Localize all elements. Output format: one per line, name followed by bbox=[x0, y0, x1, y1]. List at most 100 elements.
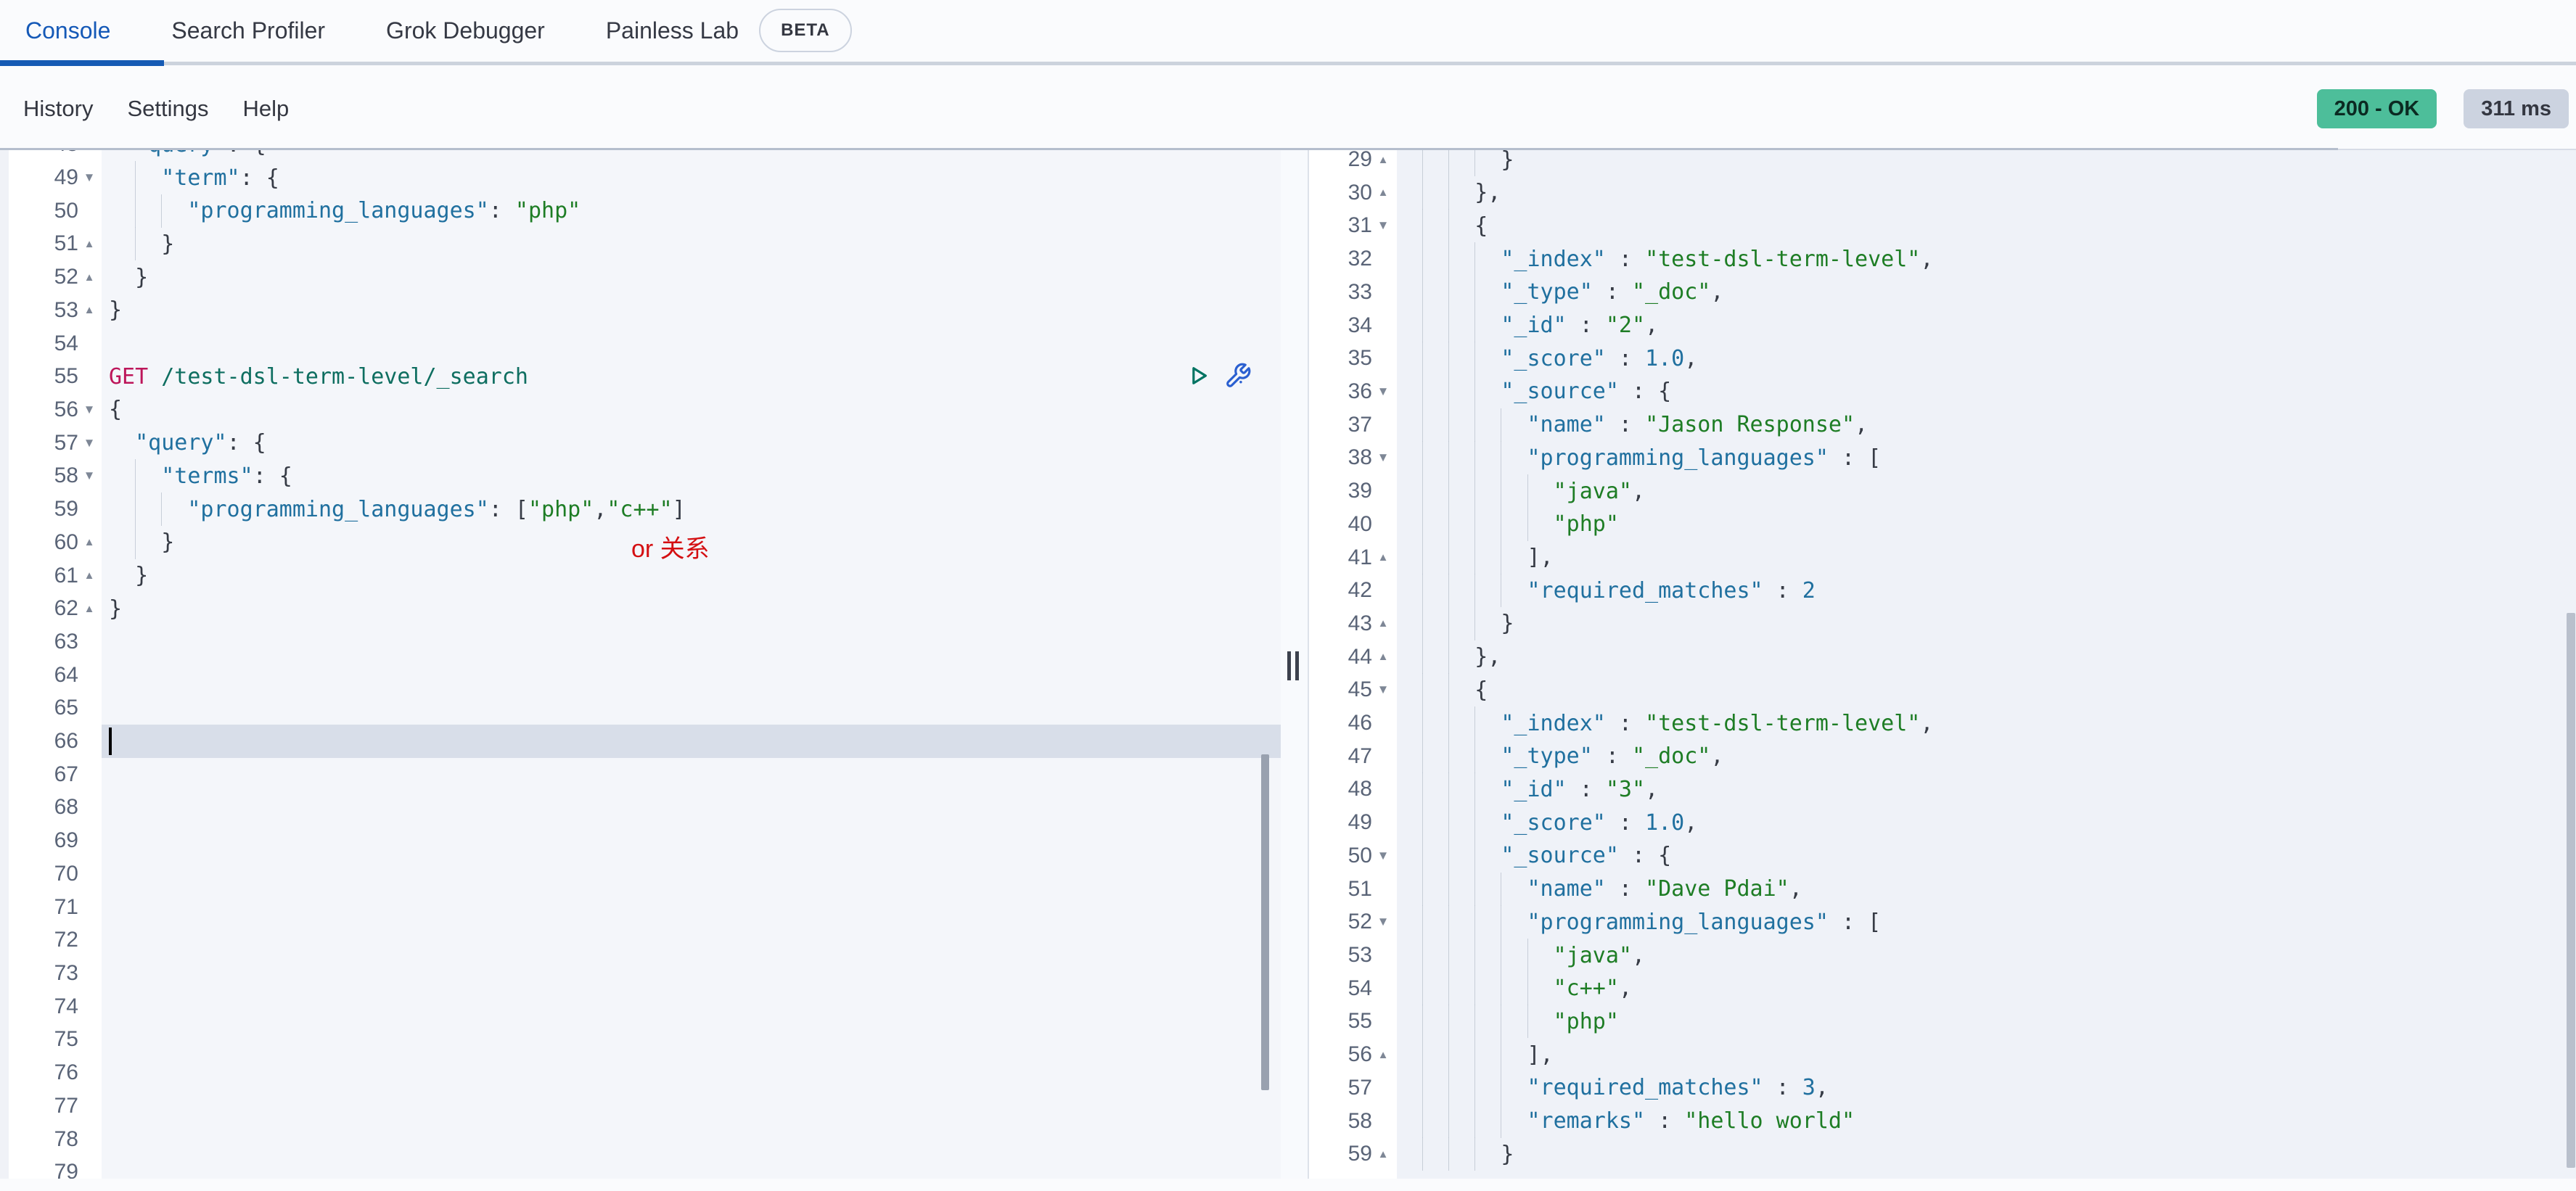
response-code-line[interactable]: 39 "java", bbox=[1309, 474, 2576, 508]
fold-toggle-icon[interactable]: ▼ bbox=[1372, 384, 1394, 399]
response-code-line[interactable]: 44▲ }, bbox=[1309, 640, 2576, 674]
request-code-line[interactable]: 49▼ "term": { bbox=[0, 161, 1281, 194]
fold-toggle-icon[interactable]: ▲ bbox=[78, 536, 100, 548]
tab-painless-lab[interactable]: Painless Lab bbox=[606, 17, 739, 44]
request-code-line[interactable]: 76 bbox=[0, 1056, 1281, 1089]
request-code-line[interactable]: 57▼ "query": { bbox=[0, 426, 1281, 460]
request-code-line[interactable]: 61▲ } bbox=[0, 559, 1281, 593]
tab-grok-debugger[interactable]: Grok Debugger bbox=[386, 17, 545, 44]
fold-toggle-icon[interactable]: ▲ bbox=[78, 569, 100, 582]
request-actions[interactable] bbox=[1185, 362, 1252, 390]
fold-toggle-icon[interactable]: ▼ bbox=[1372, 450, 1394, 465]
request-code-line[interactable]: 69 bbox=[0, 824, 1281, 857]
response-code-line[interactable]: 31▼ { bbox=[1309, 209, 2576, 242]
request-code-line[interactable]: 75 bbox=[0, 1023, 1281, 1056]
response-code-line[interactable]: 58 "remarks" : "hello world" bbox=[1309, 1105, 2576, 1138]
response-code-line[interactable]: 53 "java", bbox=[1309, 939, 2576, 972]
response-code-line[interactable]: 34 "_id" : "2", bbox=[1309, 309, 2576, 342]
response-code-line[interactable]: 32 "_index" : "test-dsl-term-level", bbox=[1309, 242, 2576, 276]
response-code-line[interactable]: 36▼ "_source" : { bbox=[1309, 375, 2576, 408]
response-code-line[interactable]: 51 "name" : "Dave Pdai", bbox=[1309, 873, 2576, 906]
request-code-line[interactable]: 54 bbox=[0, 327, 1281, 360]
response-code-line[interactable]: 48 "_id" : "3", bbox=[1309, 772, 2576, 806]
fold-toggle-icon[interactable]: ▼ bbox=[1372, 915, 1394, 929]
play-icon[interactable] bbox=[1185, 362, 1213, 390]
request-code-line[interactable]: 53▲} bbox=[0, 294, 1281, 327]
response-code-line[interactable]: 42 "required_matches" : 2 bbox=[1309, 574, 2576, 607]
response-code-line[interactable]: 46 "_index" : "test-dsl-term-level", bbox=[1309, 706, 2576, 740]
request-code-line[interactable]: 72 bbox=[0, 923, 1281, 957]
request-code-line[interactable]: 78 bbox=[0, 1123, 1281, 1156]
fold-toggle-icon[interactable]: ▲ bbox=[78, 271, 100, 284]
response-code-line[interactable]: 52▼ "programming_languages" : [ bbox=[1309, 905, 2576, 939]
response-code-line[interactable]: 33 "_type" : "_doc", bbox=[1309, 276, 2576, 309]
response-scrollbar-thumb[interactable] bbox=[2567, 613, 2575, 1168]
request-code-line[interactable]: 60▲ }or 关系 bbox=[0, 526, 1281, 559]
response-code-line[interactable]: 37 "name" : "Jason Response", bbox=[1309, 408, 2576, 442]
fold-toggle-icon[interactable]: ▲ bbox=[1372, 154, 1394, 166]
response-code-line[interactable]: 29▲ } bbox=[1309, 150, 2576, 176]
response-code-line[interactable]: 43▲ } bbox=[1309, 607, 2576, 640]
fold-toggle-icon[interactable]: ▼ bbox=[78, 436, 100, 450]
request-scrollbar-thumb[interactable] bbox=[1261, 754, 1269, 1090]
fold-toggle-icon[interactable]: ▼ bbox=[1372, 218, 1394, 233]
response-code-line[interactable]: 45▼ { bbox=[1309, 673, 2576, 706]
fold-toggle-icon[interactable]: ▲ bbox=[1372, 1049, 1394, 1061]
fold-toggle-icon[interactable]: ▲ bbox=[78, 238, 100, 250]
response-code-line[interactable]: 40 "php" bbox=[1309, 508, 2576, 541]
request-code-line[interactable]: 77 bbox=[0, 1089, 1281, 1123]
request-editor[interactable]: 48▼ "query": {49▼ "term": {50 "programmi… bbox=[0, 150, 1281, 1179]
response-code-line[interactable]: 38▼ "programming_languages" : [ bbox=[1309, 441, 2576, 474]
request-code-line[interactable]: 70 bbox=[0, 857, 1281, 891]
request-code-line[interactable]: 64 bbox=[0, 659, 1281, 692]
request-code-line[interactable]: 73 bbox=[0, 957, 1281, 990]
drag-handle-icon[interactable] bbox=[1287, 651, 1299, 680]
response-code-line[interactable]: 35 "_score" : 1.0, bbox=[1309, 342, 2576, 375]
request-code-line[interactable]: 56▼{ bbox=[0, 393, 1281, 426]
request-code-line[interactable]: 68 bbox=[0, 791, 1281, 824]
response-code-line[interactable]: 47 "_type" : "_doc", bbox=[1309, 740, 2576, 773]
response-code-line[interactable]: 30▲ }, bbox=[1309, 176, 2576, 210]
request-code-line[interactable]: 79 bbox=[0, 1155, 1281, 1179]
panel-resizer[interactable] bbox=[1281, 150, 1309, 1179]
response-code-line[interactable]: 41▲ ], bbox=[1309, 541, 2576, 574]
request-code-line[interactable]: 58▼ "terms": { bbox=[0, 459, 1281, 493]
response-code-line[interactable]: 57 "required_matches" : 3, bbox=[1309, 1071, 2576, 1105]
request-code-line[interactable]: 48▼ "query": { bbox=[0, 150, 1281, 161]
fold-toggle-icon[interactable]: ▲ bbox=[1372, 651, 1394, 663]
menu-settings[interactable]: Settings bbox=[127, 96, 208, 122]
request-code-line[interactable]: 55GET /test-dsl-term-level/_search bbox=[0, 360, 1281, 393]
fold-toggle-icon[interactable]: ▼ bbox=[78, 150, 100, 152]
menu-history[interactable]: History bbox=[23, 96, 93, 122]
response-code-line[interactable]: 50▼ "_source" : { bbox=[1309, 839, 2576, 873]
response-code-line[interactable]: 56▲ ], bbox=[1309, 1038, 2576, 1071]
request-code-line[interactable]: 67 bbox=[0, 758, 1281, 791]
tab-search-profiler[interactable]: Search Profiler bbox=[171, 17, 325, 44]
fold-toggle-icon[interactable]: ▲ bbox=[1372, 617, 1394, 630]
response-viewer[interactable]: 29▲ }30▲ },31▼ {32 "_index" : "test-dsl-… bbox=[1309, 150, 2576, 1179]
wrench-icon[interactable] bbox=[1224, 362, 1252, 390]
fold-toggle-icon[interactable]: ▼ bbox=[78, 170, 100, 185]
request-code-line[interactable]: 51▲ } bbox=[0, 227, 1281, 260]
request-code-line[interactable]: 74 bbox=[0, 990, 1281, 1023]
request-code-line[interactable]: 66 bbox=[0, 725, 1281, 758]
fold-toggle-icon[interactable]: ▲ bbox=[1372, 186, 1394, 199]
request-code-line[interactable]: 71 bbox=[0, 891, 1281, 924]
fold-toggle-icon[interactable]: ▲ bbox=[78, 304, 100, 316]
fold-toggle-icon[interactable]: ▲ bbox=[1372, 551, 1394, 564]
fold-toggle-icon[interactable]: ▼ bbox=[78, 403, 100, 417]
response-code-line[interactable]: 59▲ } bbox=[1309, 1137, 2576, 1171]
request-code-line[interactable]: 62▲} bbox=[0, 592, 1281, 625]
fold-toggle-icon[interactable]: ▲ bbox=[1372, 1148, 1394, 1161]
menu-help[interactable]: Help bbox=[242, 96, 289, 122]
fold-toggle-icon[interactable]: ▼ bbox=[78, 469, 100, 483]
response-code-line[interactable]: 55 "php" bbox=[1309, 1005, 2576, 1038]
fold-toggle-icon[interactable]: ▼ bbox=[1372, 849, 1394, 863]
request-code-line[interactable]: 59 "programming_languages": ["php","c++"… bbox=[0, 493, 1281, 526]
tab-console[interactable]: Console bbox=[25, 17, 110, 44]
fold-toggle-icon[interactable]: ▼ bbox=[1372, 683, 1394, 697]
request-code-line[interactable]: 63 bbox=[0, 625, 1281, 659]
request-code-line[interactable]: 50 "programming_languages": "php" bbox=[0, 194, 1281, 228]
request-code-line[interactable]: 52▲ } bbox=[0, 260, 1281, 294]
response-code-line[interactable]: 49 "_score" : 1.0, bbox=[1309, 806, 2576, 839]
